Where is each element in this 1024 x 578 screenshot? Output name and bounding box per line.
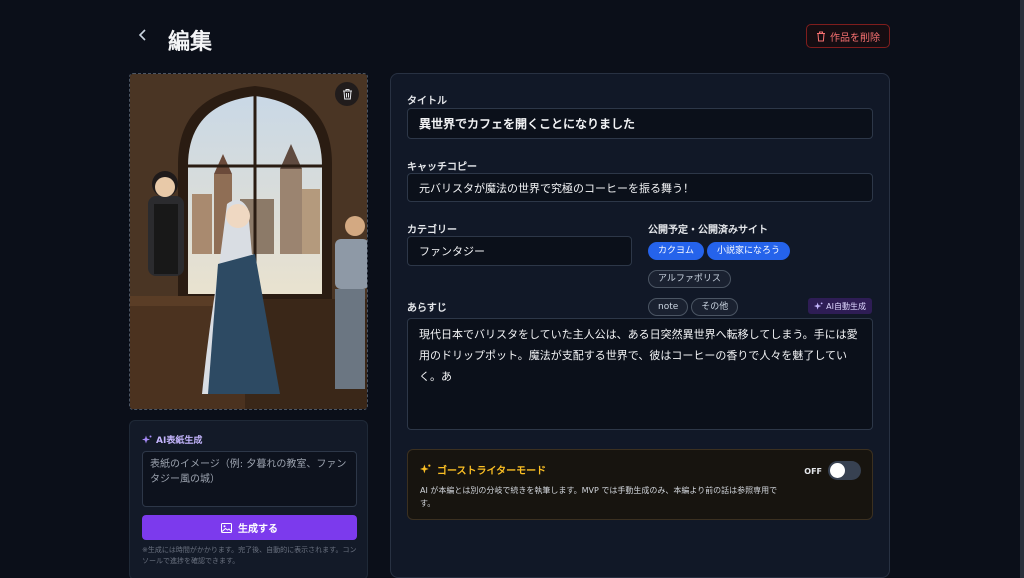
ghostwriter-panel: ゴーストライターモード AI が本編とは別の分岐で続きを執筆します。MVP では… — [407, 449, 873, 520]
trash-icon — [342, 89, 352, 100]
ai-synopsis-label: AI自動生成 — [826, 301, 866, 311]
page-title: 編集 — [168, 29, 213, 55]
ghostwriter-title: ゴーストライターモード — [420, 462, 546, 477]
work-form: タイトル 異世界でカフェを開くことになりました キャッチコピー 元バリスタが魔法… — [390, 73, 890, 578]
ai-synopsis-button[interactable]: AI自動生成 — [808, 298, 872, 314]
cover-illustration — [130, 74, 367, 409]
site-chip-narou[interactable]: 小説家になろう — [707, 242, 791, 260]
site-chip-alphapolis[interactable]: アルファポリス — [648, 270, 731, 288]
toggle-knob — [830, 463, 845, 478]
generate-cover-button[interactable]: 生成する — [142, 515, 357, 540]
generate-cover-label: 生成する — [238, 524, 278, 535]
site-chip-kakuyomu[interactable]: カクヨム — [648, 242, 705, 260]
generation-note: ※生成には時間がかかります。完了後、自動的に表示されます。コンソールで進捗を確認… — [142, 546, 357, 565]
ghostwriter-description: AI が本編とは別の分岐で続きを執筆します。MVP では手動生成のみ、本編より前… — [420, 486, 778, 508]
delete-work-label: 作品を削除 — [830, 32, 880, 44]
site-chip-other[interactable]: その他 — [691, 298, 739, 316]
category-label: カテゴリー — [407, 225, 457, 236]
synopsis-textarea[interactable]: 現代日本でバリスタをしていた主人公は、ある日突然異世界へ転移してしまう。手には愛… — [407, 318, 873, 430]
page-header: 編集 作品を削除 — [130, 24, 890, 55]
back-button[interactable] — [136, 26, 156, 48]
sparkles-icon — [814, 301, 823, 310]
ghostwriter-title-text: ゴーストライターモード — [437, 466, 547, 477]
delete-work-button[interactable]: 作品を削除 — [806, 24, 890, 48]
chevron-left-icon — [138, 29, 146, 41]
synopsis-label: あらすじ — [407, 303, 447, 314]
title-input[interactable]: 異世界でカフェを開くことになりました — [407, 108, 873, 139]
catch-copy-input[interactable]: 元バリスタが魔法の世界で究極のコーヒーを振る舞う！ — [407, 173, 873, 202]
ghostwriter-toggle[interactable] — [828, 461, 861, 480]
catch-copy-label: キャッチコピー — [407, 162, 477, 173]
trash-icon — [817, 31, 825, 41]
sparkles-icon — [420, 464, 431, 474]
sites-label: 公開予定・公開済みサイト — [648, 225, 768, 236]
window-edge — [1020, 0, 1024, 578]
site-chip-note[interactable]: note — [648, 298, 689, 316]
category-select[interactable]: ファンタジー — [407, 236, 632, 266]
ai-cover-panel: AI表紙生成 表紙のイメージ（例: 夕暮れの教室、ファンタジー風の城） 生成する… — [129, 420, 368, 578]
title-label: タイトル — [407, 96, 447, 107]
ai-cover-title: AI表紙生成 — [142, 433, 202, 446]
ghostwriter-state-label: OFF — [804, 467, 822, 476]
sparkles-icon — [142, 435, 152, 443]
cover-image — [129, 73, 368, 410]
ai-cover-title-text: AI表紙生成 — [156, 436, 203, 446]
cover-prompt-input[interactable]: 表紙のイメージ（例: 夕暮れの教室、ファンタジー風の城） — [142, 451, 357, 507]
image-icon — [221, 522, 232, 533]
delete-cover-button[interactable] — [335, 82, 359, 106]
